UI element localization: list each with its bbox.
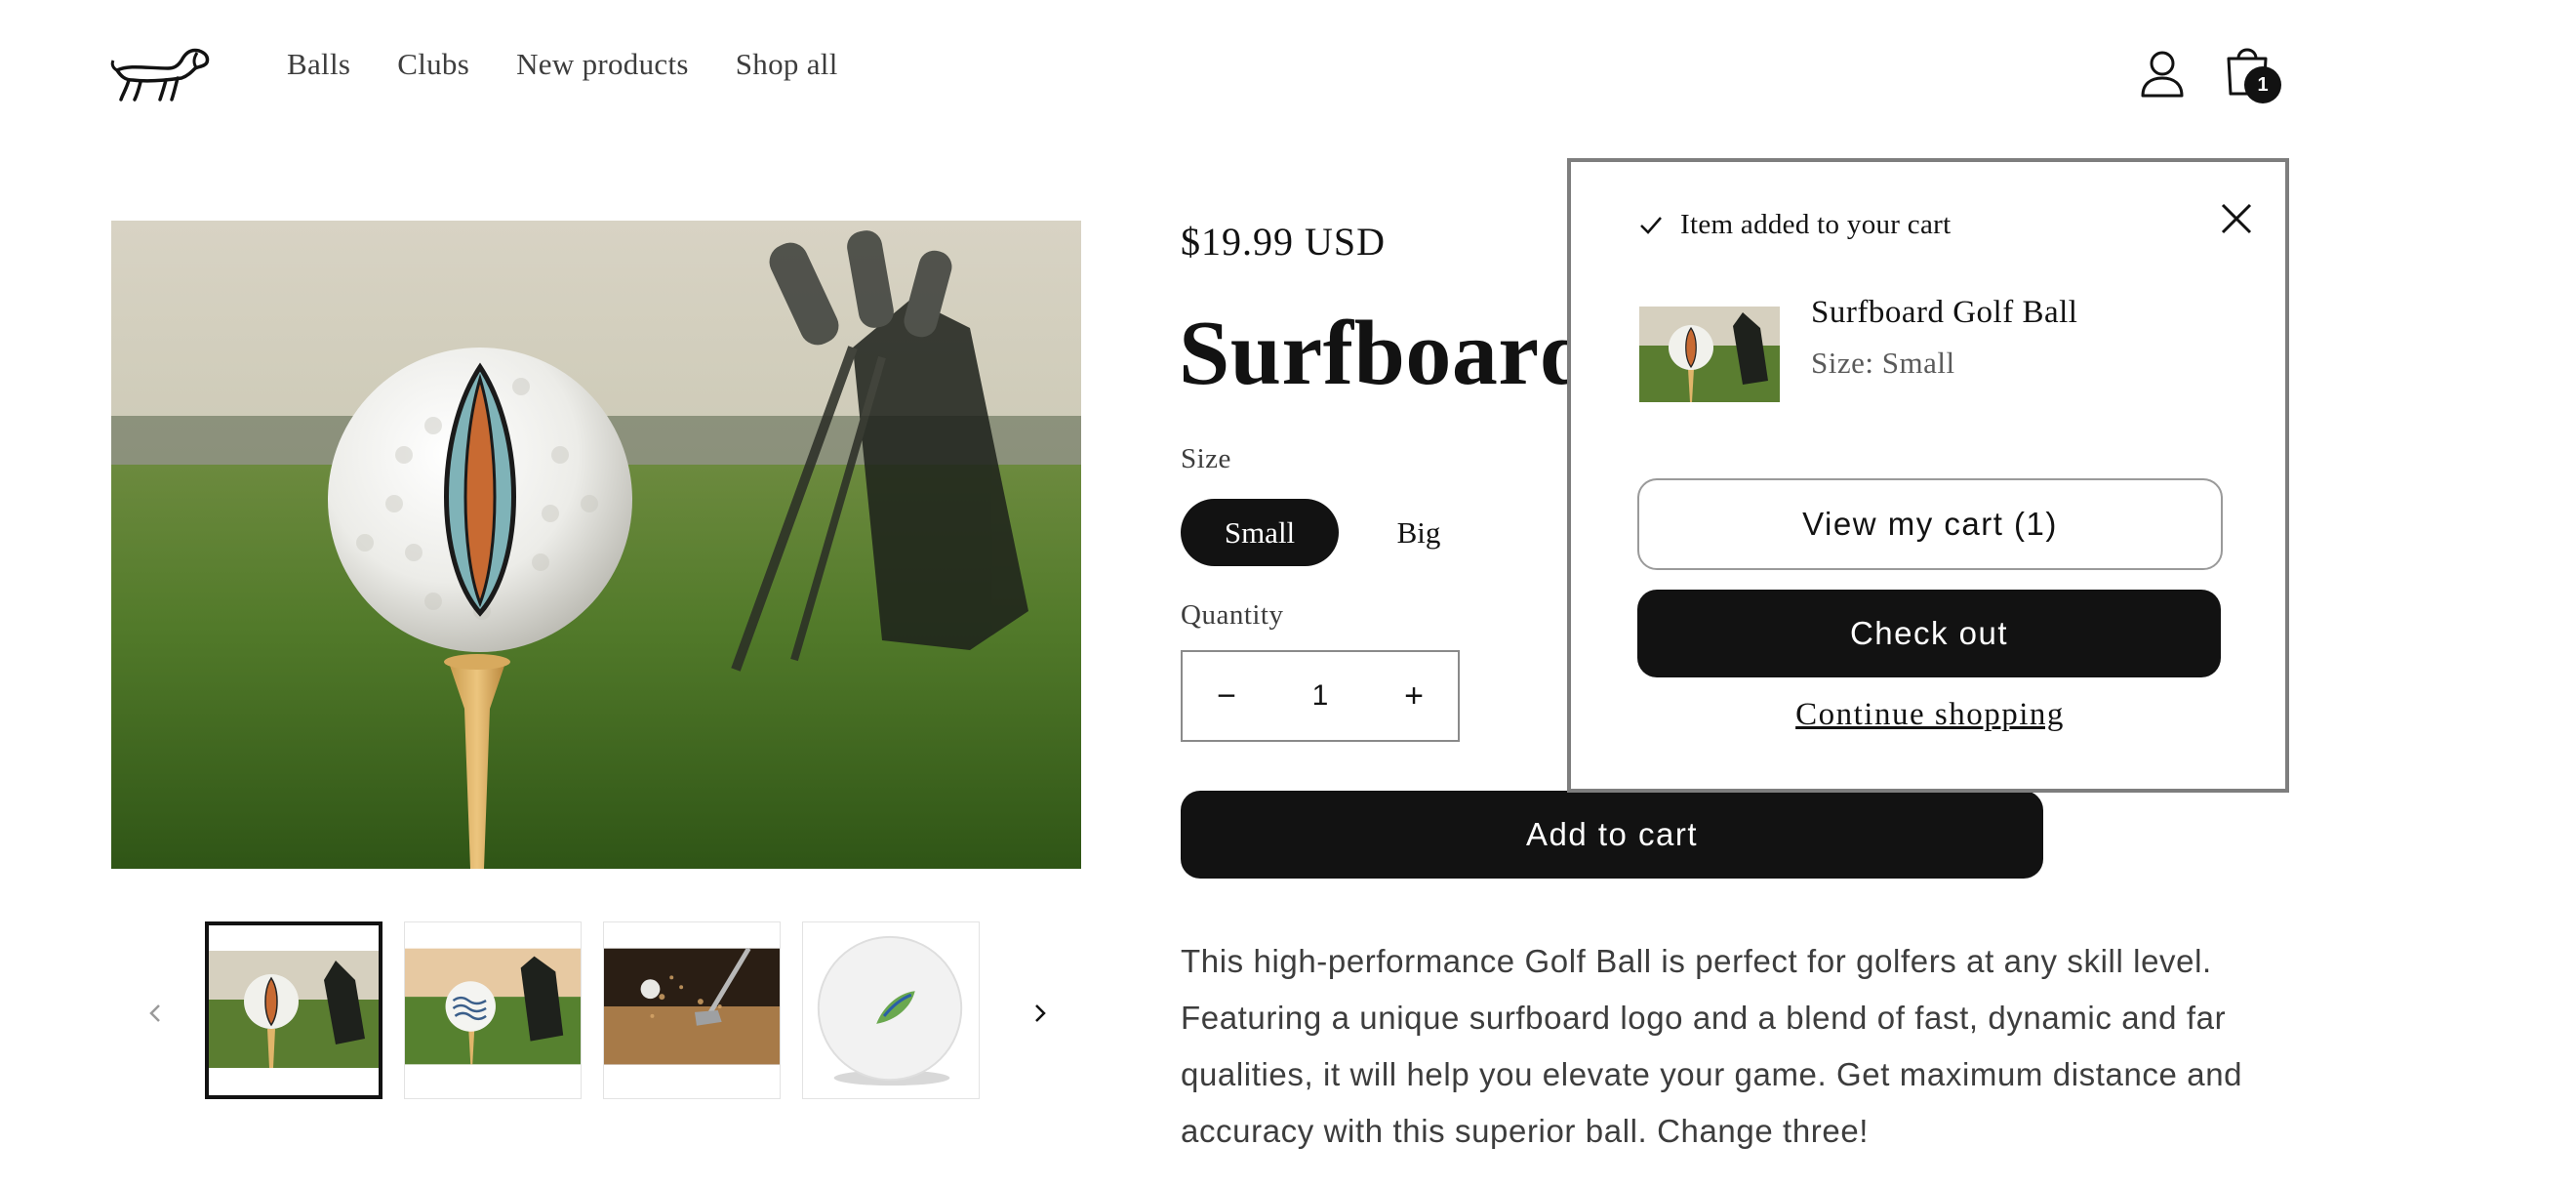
cart-item-variant: Size: Small <box>1811 346 1955 380</box>
checkout-button[interactable]: Check out <box>1637 590 2221 677</box>
nav-new-products[interactable]: New products <box>516 47 689 82</box>
size-option-big[interactable]: Big <box>1360 499 1477 566</box>
product-description: This high-performance Golf Ball is perfe… <box>1181 943 2243 1149</box>
cart-count-badge: 1 <box>2244 66 2281 103</box>
quantity-increase-button[interactable]: + <box>1370 652 1458 740</box>
thumbnail-3[interactable] <box>603 921 781 1099</box>
quantity-decrease-button[interactable]: − <box>1183 652 1270 740</box>
quantity-stepper: − + <box>1181 650 1460 742</box>
thumbnail-2[interactable] <box>404 921 582 1099</box>
size-label: Size <box>1181 443 1231 474</box>
thumbnail-4[interactable] <box>802 921 980 1099</box>
cart-item-name: Surfboard Golf Ball <box>1811 295 2078 330</box>
product-main-image[interactable] <box>111 221 1081 869</box>
size-option-small[interactable]: Small <box>1181 499 1339 566</box>
cart-notification-heading-text: Item added to your cart <box>1680 209 1952 240</box>
checkmark-icon <box>1640 216 1662 234</box>
quantity-input[interactable] <box>1270 652 1370 740</box>
user-icon[interactable] <box>2139 49 2186 100</box>
cart-notification-heading: Item added to your cart <box>1637 209 1951 241</box>
quantity-label: Quantity <box>1181 599 1284 631</box>
chevron-left-icon[interactable] <box>136 992 175 1035</box>
nav-balls[interactable]: Balls <box>287 47 350 82</box>
continue-shopping-link[interactable]: Continue shopping <box>1571 697 2289 733</box>
main-nav: Balls Clubs New products Shop all <box>287 47 838 82</box>
add-to-cart-button[interactable]: Add to cart <box>1181 791 2043 879</box>
cart-item-image <box>1639 307 1780 402</box>
nav-shop-all[interactable]: Shop all <box>736 47 838 82</box>
view-cart-button[interactable]: View my cart (1) <box>1637 478 2223 570</box>
thumbnail-1[interactable] <box>205 921 382 1099</box>
dog-logo[interactable] <box>109 39 211 107</box>
close-icon[interactable] <box>2215 197 2258 240</box>
nav-clubs[interactable]: Clubs <box>397 47 469 82</box>
chevron-right-icon[interactable] <box>1021 992 1060 1035</box>
cart-notification: Item added to your cart Surfboard Golf B… <box>1567 158 2289 793</box>
product-price: $19.99 USD <box>1181 220 1387 264</box>
